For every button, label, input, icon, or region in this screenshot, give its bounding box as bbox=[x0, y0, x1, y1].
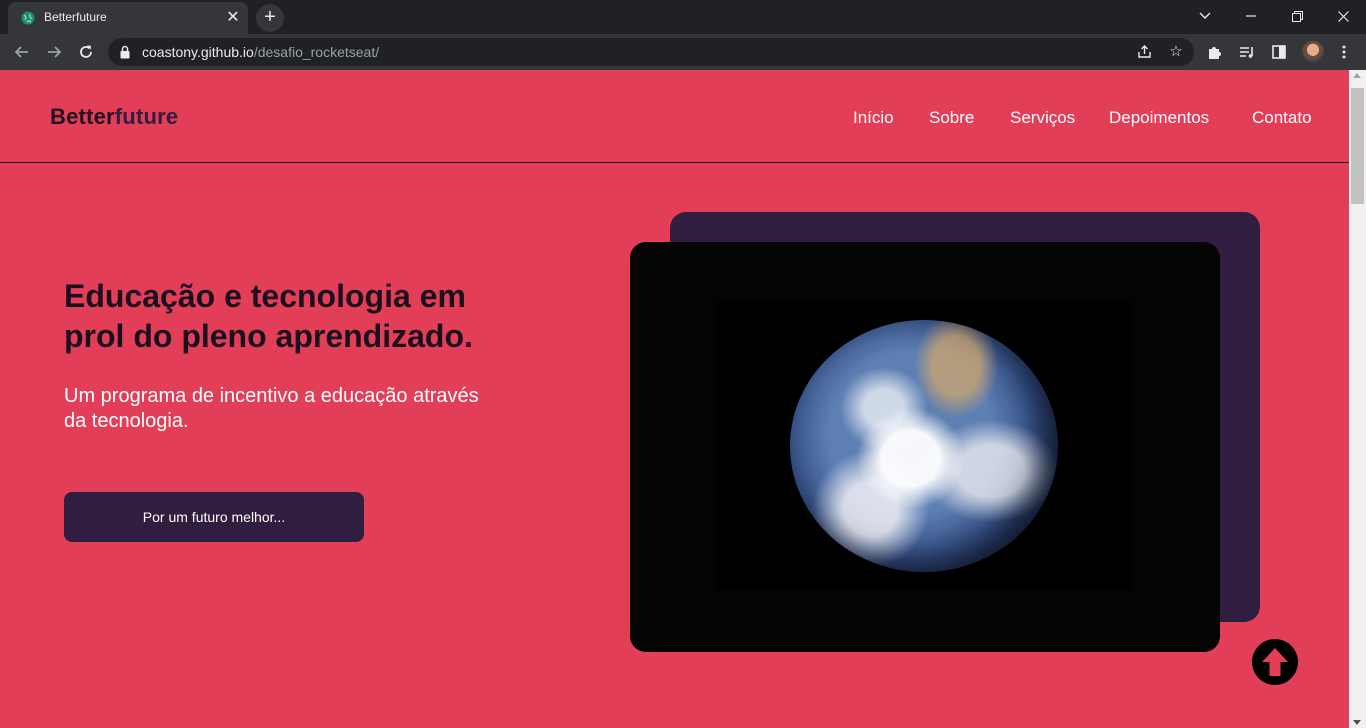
hero-subtitle: Um programa de incentivo a educação atra… bbox=[64, 385, 479, 432]
star-icon: ☆ bbox=[1169, 43, 1183, 60]
scroll-up-arrow-icon[interactable] bbox=[1353, 73, 1361, 78]
bookmark-button[interactable]: ☆ bbox=[1165, 41, 1187, 63]
new-tab-button[interactable]: + bbox=[256, 4, 284, 32]
nav-link-servicos[interactable]: Serviços bbox=[1010, 108, 1075, 128]
page-viewport: Betterfuture Início Sobre Serviços Depoi… bbox=[0, 70, 1366, 728]
reload-icon bbox=[80, 45, 92, 58]
browser-tab-strip: Betterfuture ✕ + bbox=[0, 0, 1366, 34]
cta-button[interactable]: Por um futuro melhor... bbox=[64, 492, 364, 542]
chevron-down-icon bbox=[1199, 12, 1211, 19]
profile-avatar[interactable] bbox=[1302, 41, 1324, 63]
nav-link-sobre[interactable]: Sobre bbox=[929, 108, 974, 128]
arrow-up-icon bbox=[1262, 648, 1288, 676]
forward-button[interactable] bbox=[40, 39, 68, 65]
back-button[interactable] bbox=[8, 39, 36, 65]
puzzle-icon bbox=[1209, 47, 1221, 59]
url-path: /desafio_rocketseat/ bbox=[253, 44, 380, 60]
lock-icon bbox=[120, 45, 130, 59]
extensions-button[interactable] bbox=[1202, 39, 1228, 65]
scroll-down-arrow-icon[interactable] bbox=[1353, 720, 1361, 725]
nav-link-depoimentos[interactable]: Depoimentos bbox=[1109, 108, 1209, 128]
site-logo[interactable]: Betterfuture bbox=[50, 104, 178, 130]
page-scrollbar[interactable] bbox=[1349, 70, 1366, 728]
reload-button[interactable] bbox=[72, 39, 100, 65]
back-to-top-button[interactable] bbox=[1252, 639, 1298, 685]
browser-tab[interactable]: Betterfuture ✕ bbox=[8, 2, 248, 34]
forward-arrow-icon bbox=[48, 46, 62, 58]
restore-icon bbox=[1291, 11, 1303, 22]
menu-button[interactable] bbox=[1331, 39, 1357, 65]
scroll-thumb[interactable] bbox=[1351, 88, 1364, 204]
close-icon[interactable]: ✕ bbox=[224, 9, 242, 27]
close-icon bbox=[1337, 11, 1349, 22]
logo-part-better: Better bbox=[50, 104, 115, 129]
media-controls-button[interactable] bbox=[1234, 39, 1260, 65]
window-close-button[interactable] bbox=[1328, 4, 1358, 28]
address-bar[interactable]: coastony.github.io/desafio_rocketseat/ ☆ bbox=[108, 38, 1194, 66]
logo-part-future: future bbox=[114, 104, 179, 129]
url-text: coastony.github.io/desafio_rocketseat/ bbox=[142, 44, 379, 60]
url-host: coastony.github.io bbox=[142, 44, 254, 60]
share-button[interactable] bbox=[1133, 41, 1155, 63]
side-panel-button[interactable] bbox=[1266, 39, 1292, 65]
side-panel-icon bbox=[1272, 45, 1286, 59]
tab-title: Betterfuture bbox=[44, 10, 107, 24]
tab-search-button[interactable] bbox=[1190, 4, 1220, 28]
browser-toolbar: coastony.github.io/desafio_rocketseat/ ☆ bbox=[0, 34, 1366, 70]
share-icon bbox=[1137, 45, 1151, 58]
earth-globe-image bbox=[790, 320, 1058, 572]
nav-link-inicio[interactable]: Início bbox=[853, 108, 894, 128]
minimize-icon bbox=[1246, 15, 1256, 17]
menu-dots-icon bbox=[1342, 45, 1346, 59]
earth-photo bbox=[716, 302, 1132, 590]
nav-link-contato[interactable]: Contato bbox=[1252, 108, 1312, 128]
site-header: Betterfuture Início Sobre Serviços Depoi… bbox=[0, 70, 1349, 163]
back-arrow-icon bbox=[14, 46, 28, 58]
minimize-button[interactable] bbox=[1236, 4, 1266, 28]
hero-title: Educação e tecnologia em prol do pleno a… bbox=[64, 278, 473, 354]
media-icon bbox=[1240, 47, 1253, 58]
hero-image-card bbox=[630, 242, 1220, 652]
restore-button[interactable] bbox=[1282, 4, 1312, 28]
globe-favicon-icon bbox=[21, 11, 35, 25]
plus-icon: + bbox=[264, 6, 276, 28]
